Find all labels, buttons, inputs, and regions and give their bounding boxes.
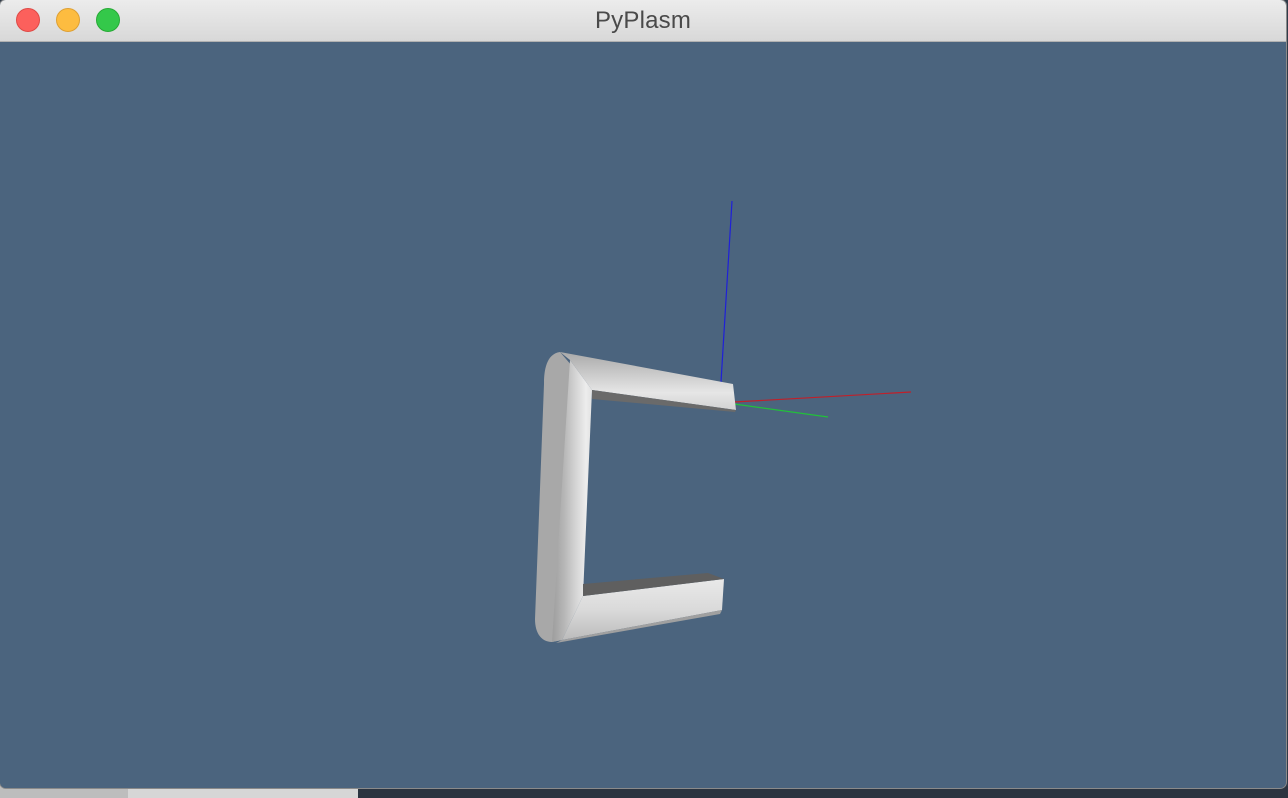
pyplasm-window: PyPlasm xyxy=(0,0,1286,788)
x-axis xyxy=(733,391,912,403)
window-titlebar[interactable]: PyPlasm xyxy=(0,0,1286,42)
y-axis xyxy=(733,403,829,418)
u-shaped-model xyxy=(535,352,736,643)
window-title: PyPlasm xyxy=(594,7,692,34)
3d-scene xyxy=(535,200,912,643)
3d-viewport[interactable] xyxy=(0,42,1286,788)
z-axis xyxy=(720,200,733,383)
